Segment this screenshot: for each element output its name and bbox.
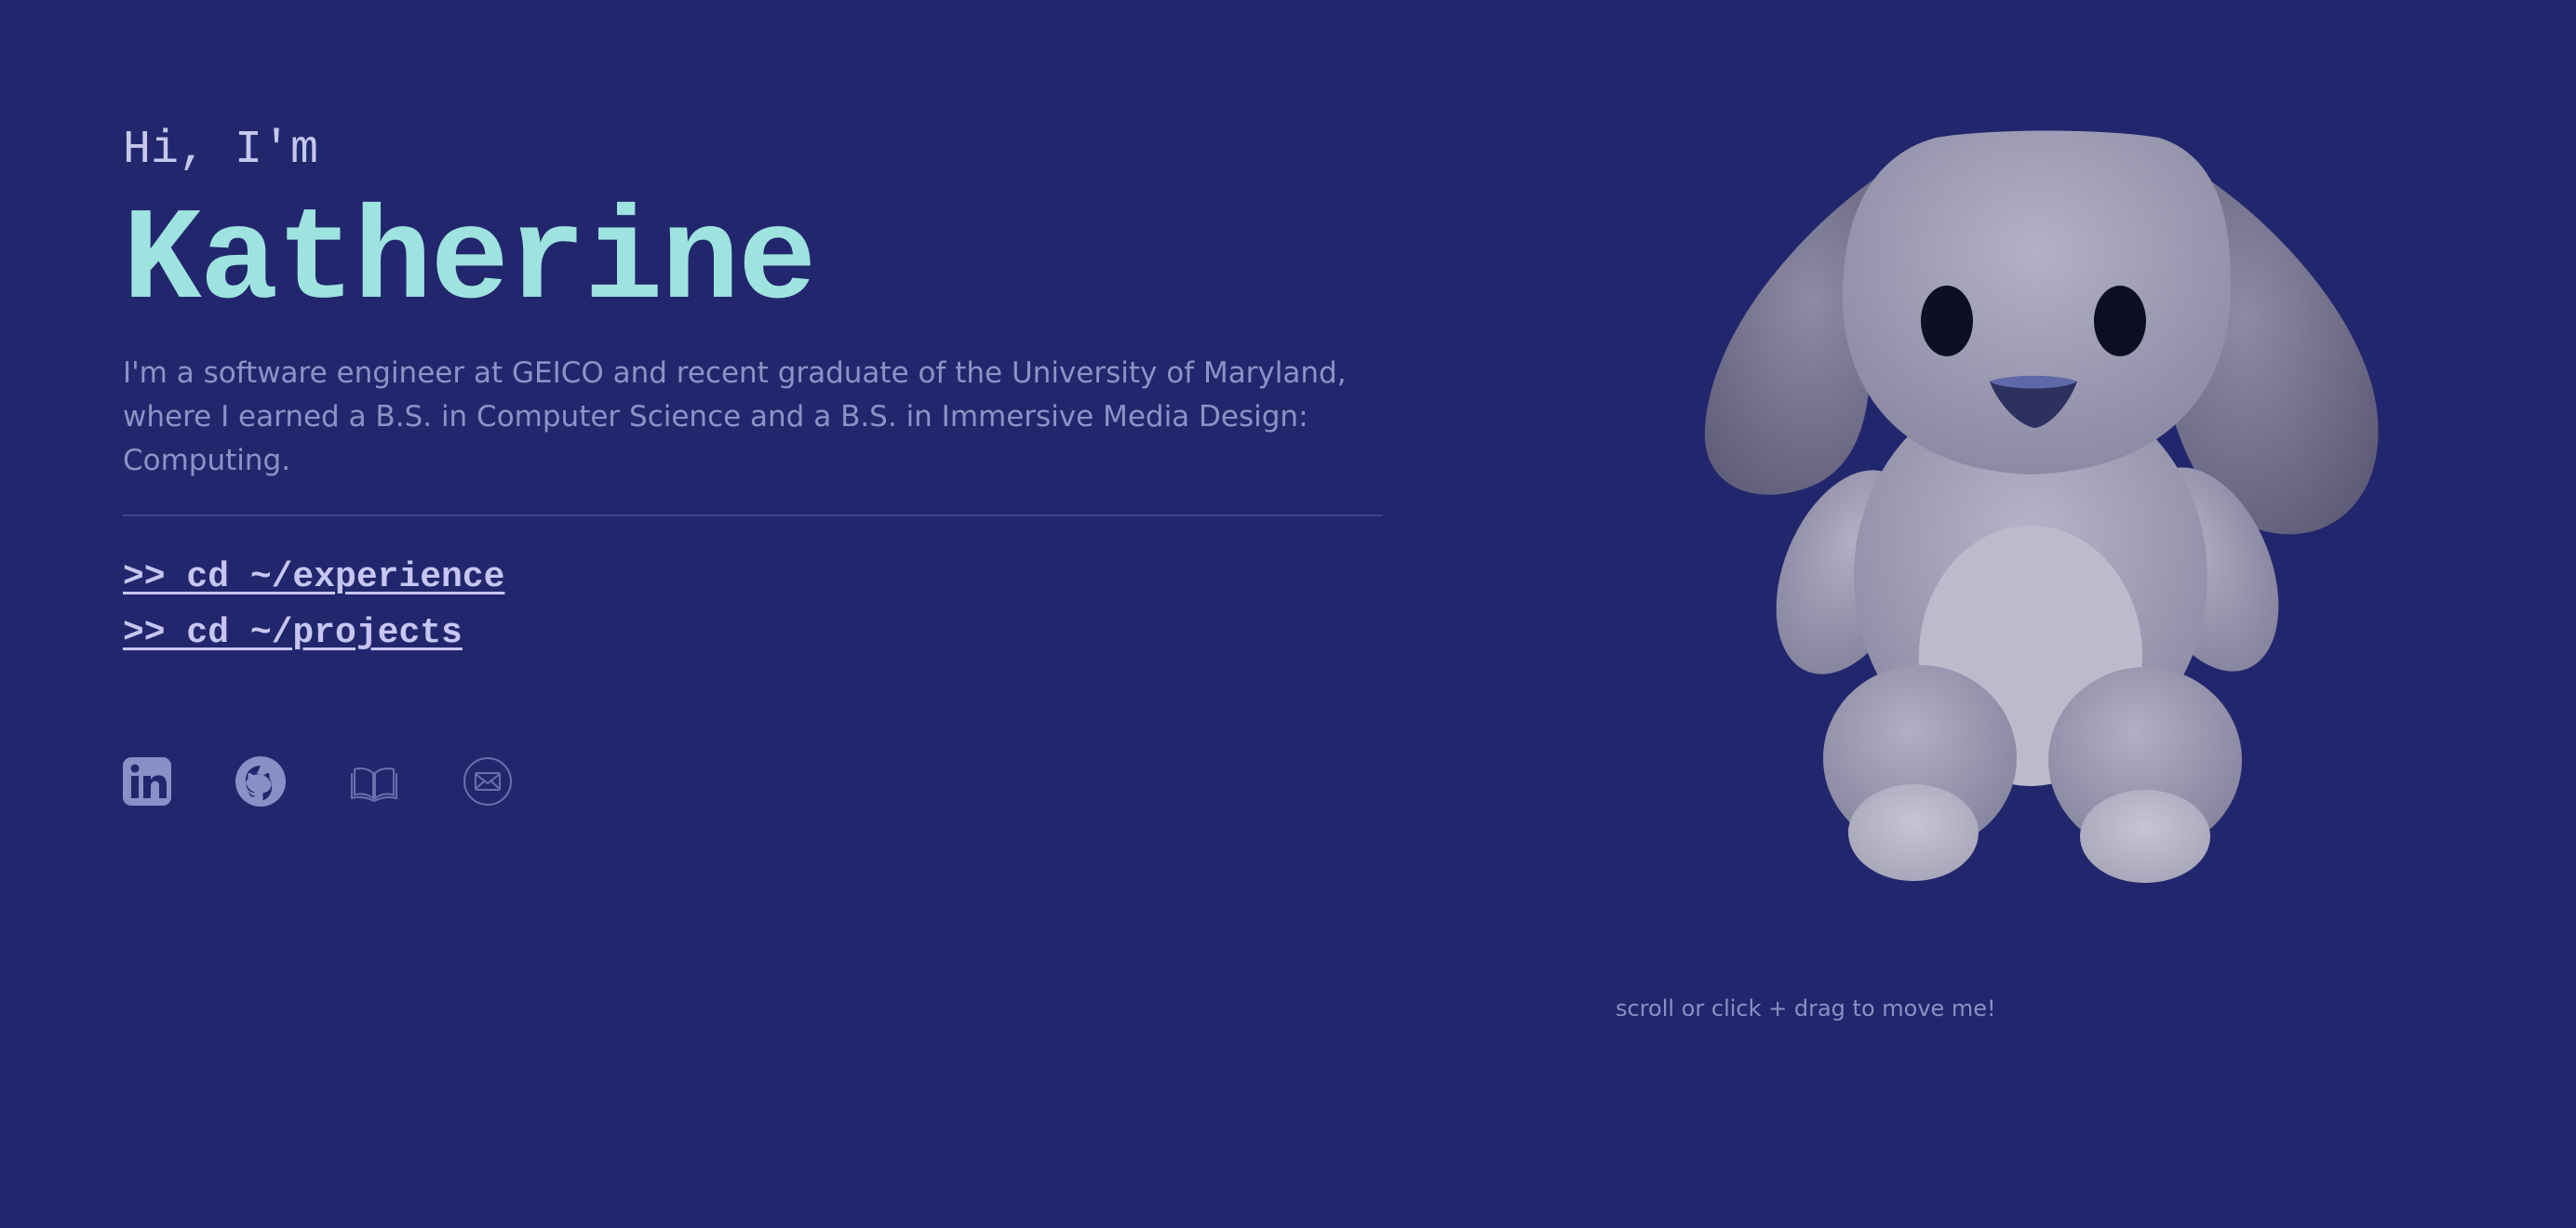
nav-links: >> cd ~/experience >> cd ~/projects [123,550,1385,661]
experience-link[interactable]: >> cd ~/experience [123,550,504,606]
github-icon [235,756,286,807]
mail-icon [463,757,512,806]
linkedin-icon [123,757,171,806]
bunny-3d-viewer[interactable] [1694,121,2392,893]
email-link[interactable] [462,755,514,808]
viewer-hint: scroll or click + drag to move me! [1616,995,1996,1021]
projects-link[interactable]: >> cd ~/projects [123,606,463,661]
hero-name: Katherine [123,189,817,337]
greeting: Hi, I'm [123,124,319,177]
social-links [121,755,514,808]
bunny-model [1704,130,2379,883]
book-icon [351,768,397,803]
divider [123,514,1383,516]
bio-text: I'm a software engineer at GEICO and rec… [123,356,1347,477]
github-link[interactable] [235,755,287,808]
linkedin-link[interactable] [121,755,173,808]
intro-section: Hi, I'm Katherine I'm a software enginee… [123,119,1385,661]
blog-link[interactable] [348,755,400,808]
